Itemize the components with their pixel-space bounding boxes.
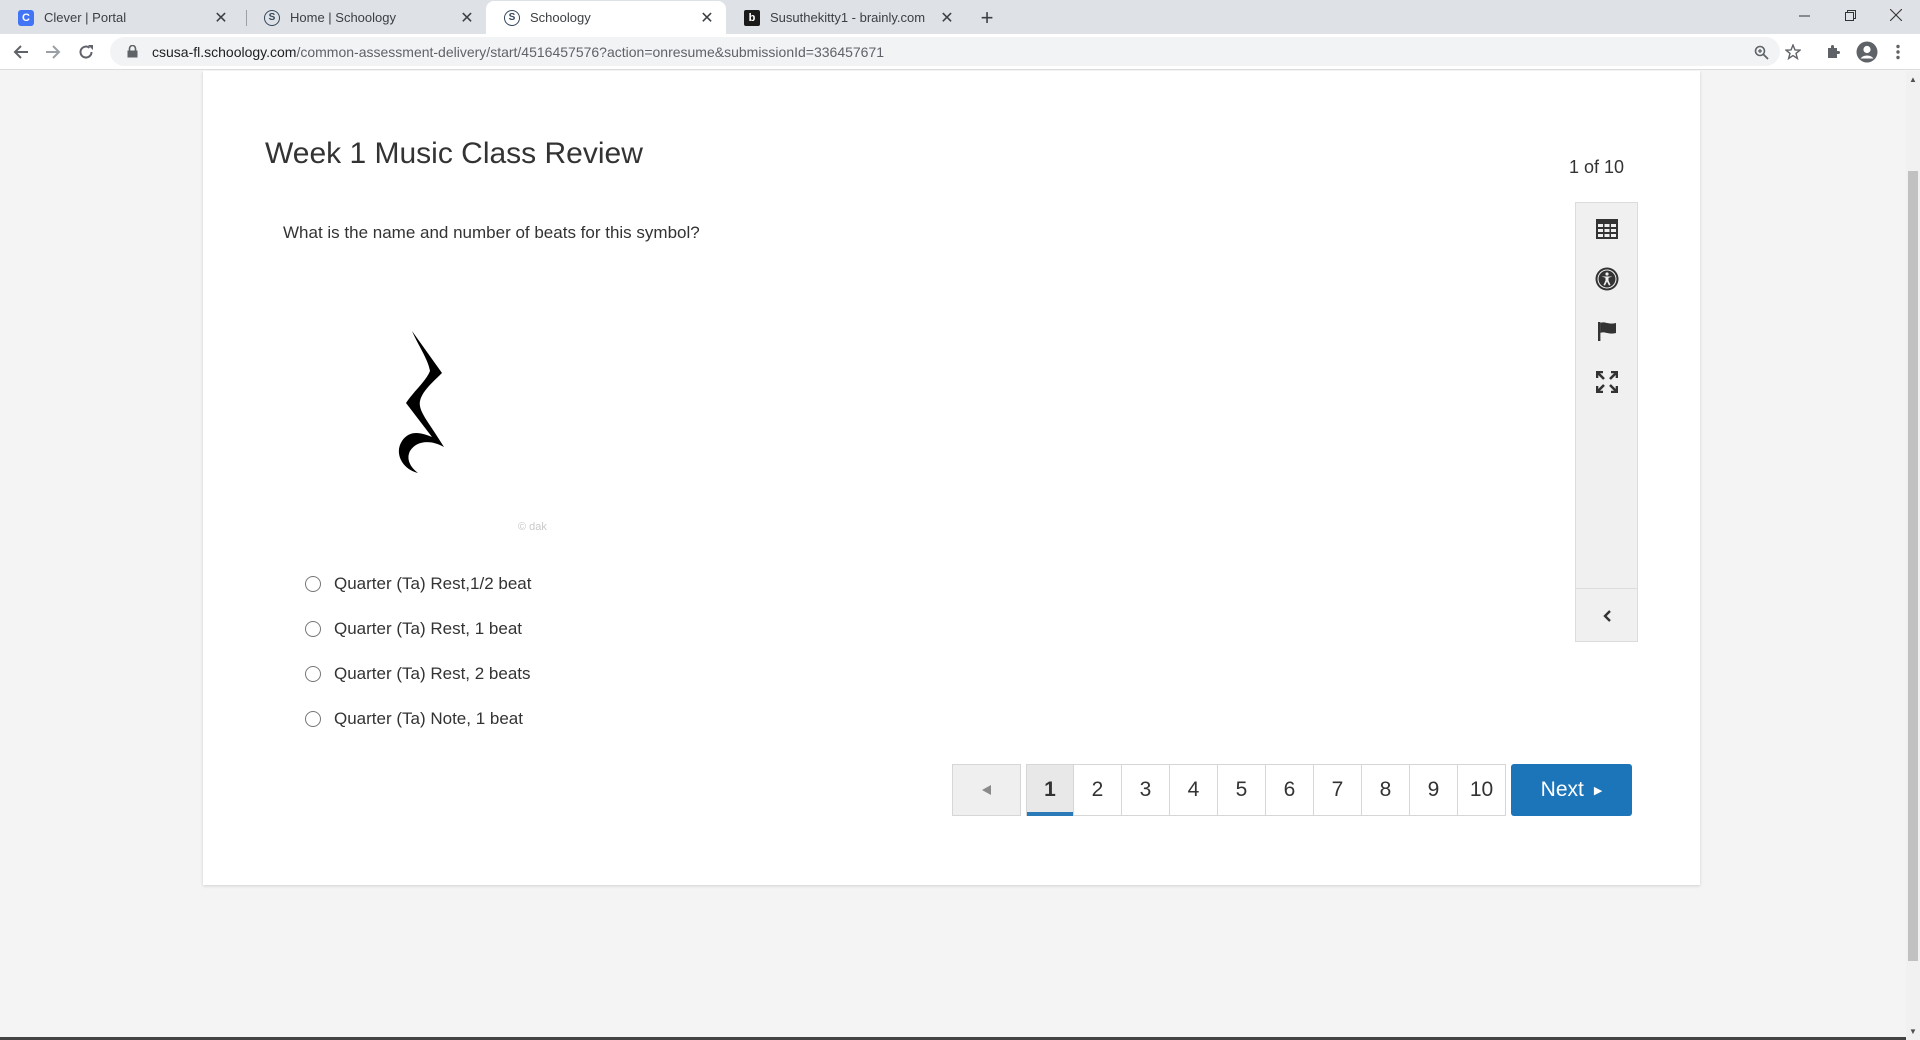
minimize-icon[interactable] — [1781, 0, 1827, 30]
back-arrow-icon[interactable] — [9, 40, 33, 64]
page-button-5[interactable]: 5 — [1218, 764, 1266, 816]
radio-button[interactable] — [305, 665, 321, 682]
tools-panel — [1575, 202, 1638, 642]
answer-option[interactable]: Quarter (Ta) Rest, 2 beats — [305, 651, 531, 696]
page-button-9[interactable]: 9 — [1410, 764, 1458, 816]
collapse-panel-button[interactable] — [1576, 588, 1637, 642]
answer-option-label: Quarter (Ta) Note, 1 beat — [334, 708, 523, 728]
question-counter: 1 of 10 — [1568, 157, 1624, 177]
question-text: What is the name and number of beats for… — [283, 223, 700, 242]
radio-button[interactable] — [305, 575, 321, 592]
next-button[interactable]: Next ▶ — [1511, 764, 1632, 816]
page-button-6[interactable]: 6 — [1266, 764, 1314, 816]
reload-icon[interactable] — [74, 40, 98, 64]
page-button-1[interactable]: 1 — [1026, 764, 1074, 816]
answer-options: Quarter (Ta) Rest,1/2 beat Quarter (Ta) … — [305, 561, 531, 741]
radio-button[interactable] — [305, 710, 321, 727]
tab-title: Schoology — [530, 10, 591, 25]
kebab-menu-icon[interactable] — [1889, 43, 1907, 61]
scrollbar-thumb[interactable] — [1908, 171, 1918, 961]
forward-arrow-icon[interactable] — [41, 40, 65, 64]
close-icon[interactable]: ✕ — [698, 9, 716, 27]
page-button-3[interactable]: 3 — [1122, 764, 1170, 816]
chevron-left-icon — [1602, 609, 1611, 622]
url-domain: csusa-fl.schoology.com — [152, 43, 297, 60]
tab-schoology[interactable]: S Schoology ✕ — [486, 1, 726, 34]
brainly-favicon-icon: b — [744, 9, 760, 26]
page-scrollbar[interactable]: ▲ ▼ — [1906, 71, 1920, 1040]
lock-icon[interactable] — [124, 44, 140, 60]
calculator-icon[interactable] — [1576, 209, 1637, 249]
schoology-favicon-icon: S — [264, 9, 280, 26]
bookmark-star-icon[interactable] — [1784, 43, 1802, 61]
close-icon[interactable]: ✕ — [458, 9, 476, 27]
page-button-4[interactable]: 4 — [1170, 764, 1218, 816]
profile-avatar-icon[interactable] — [1855, 40, 1879, 64]
browser-tab-strip: C Clever | Portal ✕ S Home | Schoology ✕… — [0, 0, 1920, 34]
address-bar[interactable]: csusa-fl.schoology.com/common-assessment… — [110, 37, 1780, 66]
zoom-icon[interactable] — [1752, 43, 1770, 61]
page-button-7[interactable]: 7 — [1314, 764, 1362, 816]
page-button-8[interactable]: 8 — [1362, 764, 1410, 816]
answer-option[interactable]: Quarter (Ta) Note, 1 beat — [305, 696, 531, 741]
flag-icon[interactable] — [1576, 311, 1637, 351]
question-pagination: 1 2 3 4 5 6 7 8 9 10 Next ▶ — [952, 764, 1632, 816]
close-icon[interactable]: ✕ — [938, 9, 956, 27]
extensions-puzzle-icon[interactable] — [1824, 43, 1842, 61]
tab-title: Home | Schoology — [290, 10, 396, 25]
url-path: /common-assessment-delivery/start/451645… — [296, 43, 885, 60]
tab-clever[interactable]: C Clever | Portal ✕ — [0, 1, 240, 34]
radio-button[interactable] — [305, 620, 321, 637]
accessibility-icon[interactable] — [1576, 259, 1637, 299]
clever-favicon-icon: C — [18, 9, 34, 26]
page-title: Week 1 Music Class Review — [265, 137, 643, 170]
fullscreen-icon[interactable] — [1576, 362, 1637, 402]
page-button-10[interactable]: 10 — [1458, 764, 1506, 816]
next-button-label: Next — [1540, 778, 1584, 801]
answer-option[interactable]: Quarter (Ta) Rest,1/2 beat — [305, 561, 531, 606]
scroll-up-icon[interactable]: ▲ — [1906, 71, 1920, 87]
tab-title: Clever | Portal — [44, 10, 127, 25]
window-close-icon[interactable] — [1873, 0, 1919, 30]
close-icon[interactable]: ✕ — [212, 9, 230, 27]
scroll-down-icon[interactable]: ▼ — [1906, 1023, 1920, 1039]
quarter-rest-image — [398, 331, 444, 473]
tab-title: Susuthekitty1 - brainly.com — [770, 10, 926, 25]
page-button-2[interactable]: 2 — [1074, 764, 1122, 816]
previous-button[interactable] — [952, 764, 1021, 816]
new-tab-plus-icon[interactable]: + — [974, 5, 1000, 31]
page-viewport: Week 1 Music Class Review 1 of 10 What i… — [0, 71, 1906, 1040]
image-watermark: © dak — [518, 521, 547, 533]
tab-home-schoology[interactable]: S Home | Schoology ✕ — [246, 1, 486, 34]
restore-icon[interactable] — [1827, 0, 1873, 30]
browser-toolbar: csusa-fl.schoology.com/common-assessment… — [0, 34, 1920, 70]
triangle-right-icon: ▶ — [1593, 784, 1603, 797]
triangle-left-icon — [982, 785, 991, 795]
assessment-card: Week 1 Music Class Review 1 of 10 What i… — [203, 71, 1700, 885]
answer-option-label: Quarter (Ta) Rest, 1 beat — [334, 618, 523, 638]
answer-option-label: Quarter (Ta) Rest,1/2 beat — [334, 573, 532, 593]
tab-brainly[interactable]: b Susuthekitty1 - brainly.com ✕ — [726, 1, 966, 34]
answer-option[interactable]: Quarter (Ta) Rest, 1 beat — [305, 606, 531, 651]
answer-option-label: Quarter (Ta) Rest, 2 beats — [334, 663, 531, 683]
schoology-favicon-icon: S — [504, 9, 520, 26]
